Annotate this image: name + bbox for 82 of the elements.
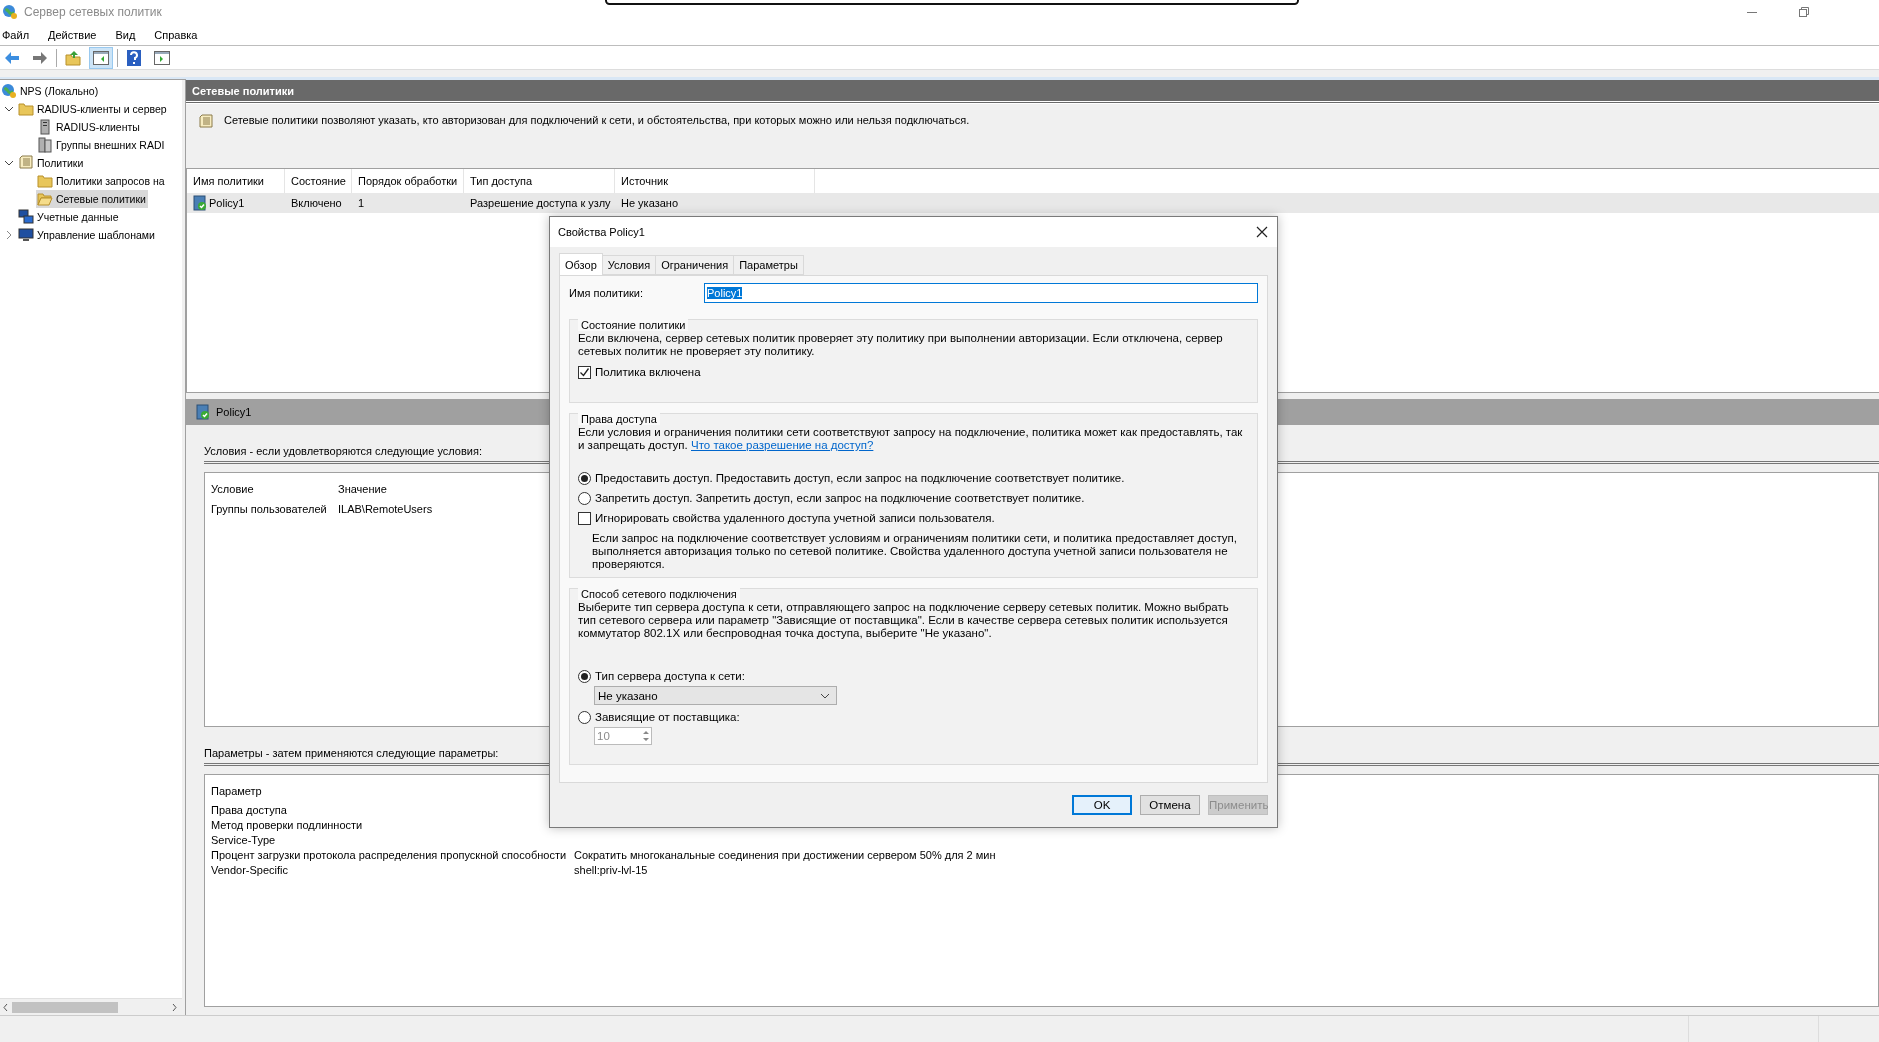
dialog-button[interactable]: OK <box>1072 795 1132 815</box>
dialog-button[interactable]: Отмена <box>1140 795 1200 815</box>
help-link[interactable]: Что такое разрешение на доступ? <box>691 439 874 451</box>
table-cell: 1 <box>358 197 365 209</box>
computers-icon <box>18 209 34 225</box>
dialog-title: Свойства Policy1 <box>558 226 645 238</box>
table-cell: Процент загрузки протокола распределения пропускной способности <box>211 849 567 861</box>
option-label[interactable]: Тип сервера доступа к сети: <box>595 670 745 682</box>
checkbox-label[interactable]: Политика включена <box>595 366 701 378</box>
note-text: Если запрос на подключение соответствует условиям и ограничениям политики сети, и политика предоставляет доступ, выполняется авторизация только по сетевой политике. Свойства удаленного доступа учетной записи пользователя не проверяются. <box>592 532 1238 571</box>
group-description: Выберите тип сервера доступа к сети, отправляющего запрос на подключение серверу сетевых политик. Можно выбрать тип сетевого сервера или параметр "Зависящие от поставщика". Если в качестве сервера сетевых политик используется коммутатор 802.1X или беспроводная точка доступа, выберите "Не указано". <box>578 601 1230 640</box>
server-type-select[interactable]: Не указано <box>594 686 837 705</box>
tab[interactable]: Обзор <box>559 253 603 275</box>
folder-icon <box>37 191 53 207</box>
scroll-icon <box>18 155 34 171</box>
column-header: Параметр <box>211 784 262 799</box>
tab[interactable]: Ограничения <box>655 255 735 275</box>
table-cell: Включено <box>291 197 342 209</box>
group-title: Права доступа <box>578 413 660 425</box>
group-title: Состояние политики <box>578 319 689 331</box>
tree-item[interactable]: Группы внешних RADI <box>36 136 167 154</box>
globe-icon <box>1 83 17 99</box>
folder-icon <box>18 101 34 117</box>
tree-item[interactable]: Политики запросов на <box>36 172 167 190</box>
table-cell: Разрешение доступа к узлу <box>470 197 611 209</box>
menu-item[interactable]: Справка <box>152 28 206 41</box>
table-cell: Группы пользователей <box>211 503 327 515</box>
globe-icon <box>2 4 18 20</box>
scroll-icon <box>198 114 214 130</box>
close-icon[interactable] <box>1256 226 1268 238</box>
window-title: Сервер сетевых политик <box>24 5 162 19</box>
option-label[interactable]: Запретить доступ. Запретить доступ, если запрос на подключение соответствует политике. <box>595 492 1085 504</box>
checkbox[interactable] <box>578 365 591 379</box>
monitor-icon <box>18 227 34 243</box>
policy-icon <box>193 195 207 211</box>
tree-item[interactable]: Учетные данные <box>17 208 121 226</box>
table-cell: ILAB\RemoteUsers <box>338 503 433 515</box>
table-cell: Права доступа <box>211 804 287 816</box>
policy-icon <box>196 404 210 420</box>
server-icon <box>37 119 53 135</box>
checkbox[interactable] <box>578 511 591 525</box>
table-cell: Не указано <box>621 197 679 209</box>
tree-item[interactable]: RADIUS-клиенты и сервер <box>17 100 169 118</box>
menu-item[interactable]: Вид <box>113 28 144 41</box>
radio-button[interactable] <box>578 669 591 683</box>
table-cell: shell:priv-lvl-15 <box>574 864 648 876</box>
menu-item[interactable]: Файл <box>0 28 38 41</box>
radio-button[interactable] <box>578 471 591 485</box>
menu-item[interactable]: Действие <box>46 28 105 41</box>
tree-item[interactable]: Сетевые политики <box>36 190 148 208</box>
console-tree-button[interactable] <box>89 46 113 69</box>
table-cell: Vendor-Specific <box>211 864 289 876</box>
tree-item[interactable]: NPS (Локально) <box>0 82 101 100</box>
dropdown-icon <box>820 692 830 699</box>
table-cell: Service-Type <box>211 834 276 846</box>
group-title: Способ сетевого подключения <box>578 588 740 600</box>
policy-name-field[interactable]: Policy1 <box>704 283 1258 303</box>
tab[interactable]: Параметры <box>733 255 804 275</box>
column-header: Значение <box>338 482 387 497</box>
pane-description: Сетевые политики позволяют указать, кто авторизован для подключений к сети, и обстоятельства, при которых можно или нельзя подключаться. <box>224 114 970 126</box>
minimize-icon[interactable] <box>1747 11 1757 13</box>
collapse-icon[interactable] <box>3 104 14 114</box>
option-label[interactable]: Предоставить доступ. Предоставить доступ, если запрос на подключение соответствует политике. <box>595 472 1125 484</box>
collapse-icon[interactable] <box>3 158 14 168</box>
details-title: Policy1 <box>216 406 252 418</box>
tree-item[interactable]: Управление шаблонами <box>17 226 157 244</box>
policy-row[interactable]: Policy1 Включено 1 Разрешение доступа к узлу Не указано <box>187 193 1879 213</box>
group-description: Если включена, сервер сетевых политик проверяет эту политику при выполнении авторизации. Если отключена, сервер сетевых политик не проверяет эту политику. <box>578 332 1224 358</box>
restore-icon[interactable] <box>1799 7 1809 17</box>
radio-button[interactable] <box>578 491 591 505</box>
column-header: Условие <box>211 482 254 497</box>
table-cell: Метод проверки подлинности <box>211 819 363 831</box>
option-label[interactable]: Игнорировать свойства удаленного доступа учетной записи пользователя. <box>595 512 995 524</box>
tab[interactable]: Условия <box>601 255 657 275</box>
tree-item[interactable]: Политики <box>17 154 86 172</box>
table-cell: Policy1 <box>209 197 245 209</box>
server-icon <box>37 137 53 153</box>
field-label: Имя политики: <box>569 287 645 299</box>
tree-item[interactable]: RADIUS-клиенты <box>36 118 142 136</box>
horizontal-scrollbar[interactable] <box>0 998 182 1015</box>
table-cell: Сократить многоканальные соединения при достижении сервером 50% для 2 мин <box>574 849 996 861</box>
pane-header: Сетевые политики <box>186 80 1879 104</box>
